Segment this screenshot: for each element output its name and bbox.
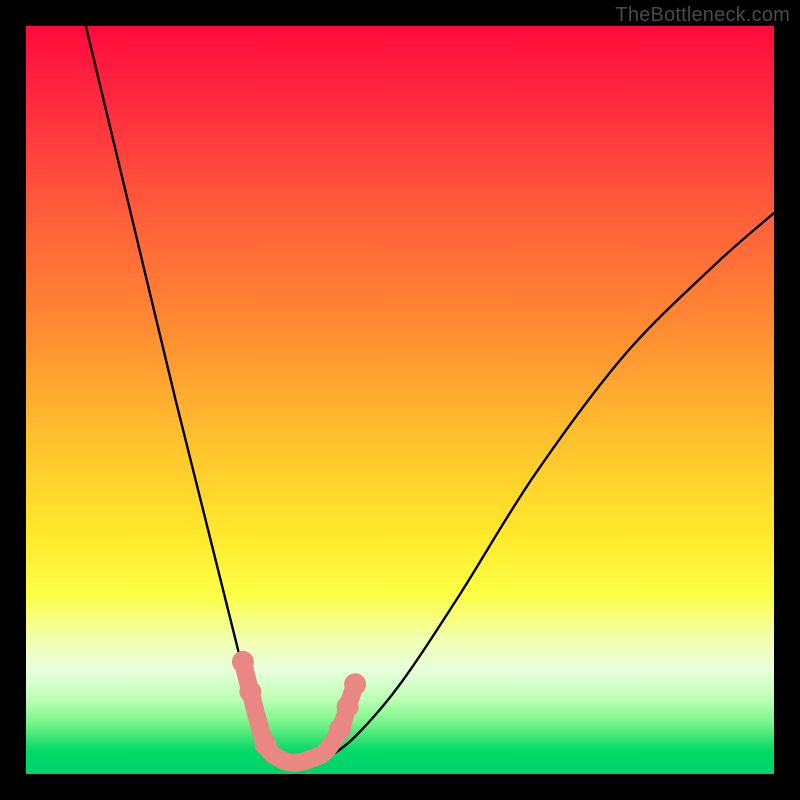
highlight-dot (232, 651, 254, 673)
highlight-dot (337, 696, 359, 718)
highlight-dot (344, 673, 366, 695)
chart-svg (26, 26, 774, 774)
watermark-text: TheBottleneck.com (615, 4, 790, 27)
highlight-dot (239, 681, 261, 703)
highlight-dot (254, 733, 276, 755)
highlight-dot (329, 718, 351, 740)
bottleneck-curve (86, 26, 774, 767)
